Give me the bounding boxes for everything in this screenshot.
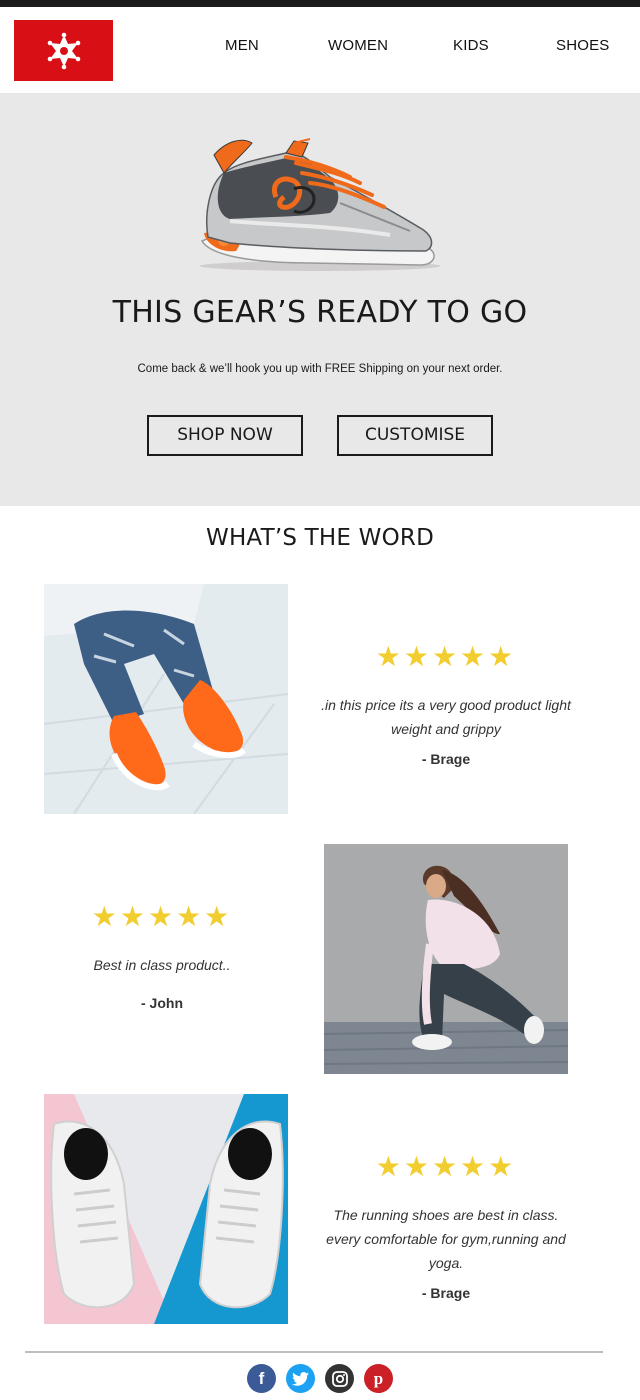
review-card: ★★★★★ The running shoes are best in clas… (320, 1151, 572, 1302)
reviews-title: WHAT’S THE WORD (206, 525, 434, 551)
review-text: .in this price its a very good product l… (321, 697, 571, 737)
twitter-bird-glyph (292, 1371, 309, 1386)
review-text: The running shoes are best in class. eve… (326, 1207, 566, 1271)
shop-now-button[interactable]: SHOP NOW (147, 415, 303, 456)
facebook-icon[interactable]: f (247, 1364, 276, 1393)
review-author: - Brage (421, 1285, 471, 1301)
review-card: ★★★★★ Best in class product.. - John (40, 901, 284, 1012)
nav-women[interactable]: WOMEN (328, 7, 388, 85)
twitter-icon[interactable] (286, 1364, 315, 1393)
review-photo-orange-sneakers (44, 584, 288, 814)
review-photo-white-sneakers (44, 1094, 288, 1324)
hero-banner: THIS GEAR’S READY TO GO Come back & we’l… (0, 93, 640, 506)
pinterest-glyph: p (373, 1368, 384, 1388)
running-shoe-image (200, 138, 440, 271)
hero-title: THIS GEAR’S READY TO GO (112, 295, 528, 330)
instagram-icon[interactable] (325, 1364, 354, 1393)
review-text: Best in class product.. (93, 957, 231, 973)
nav-men[interactable]: MEN (225, 7, 259, 85)
sheriff-star-icon (47, 32, 80, 69)
instagram-camera-glyph (331, 1370, 348, 1387)
top-bar (0, 0, 640, 7)
nav-shoes[interactable]: SHOES (556, 7, 610, 85)
review-author: - John (141, 995, 183, 1011)
review-author: - Brage (421, 751, 471, 767)
nav-kids[interactable]: KIDS (453, 7, 489, 85)
hero-subtitle: Come back & we’ll hook you up with FREE … (137, 363, 503, 375)
review-card: ★★★★★ .in this price its a very good pro… (320, 641, 572, 768)
brand-logo[interactable] (14, 20, 113, 81)
review-photo-woman-tying-laces (324, 844, 568, 1074)
customise-button[interactable]: CUSTOMISE (337, 415, 493, 456)
star-rating: ★★★★★ (375, 1151, 517, 1182)
star-rating: ★★★★★ (91, 901, 233, 932)
footer-divider (25, 1351, 603, 1353)
pinterest-icon[interactable]: p (364, 1364, 393, 1393)
header: MEN WOMEN KIDS SHOES (0, 7, 640, 93)
facebook-glyph: f (258, 1368, 265, 1388)
star-rating: ★★★★★ (375, 641, 517, 672)
